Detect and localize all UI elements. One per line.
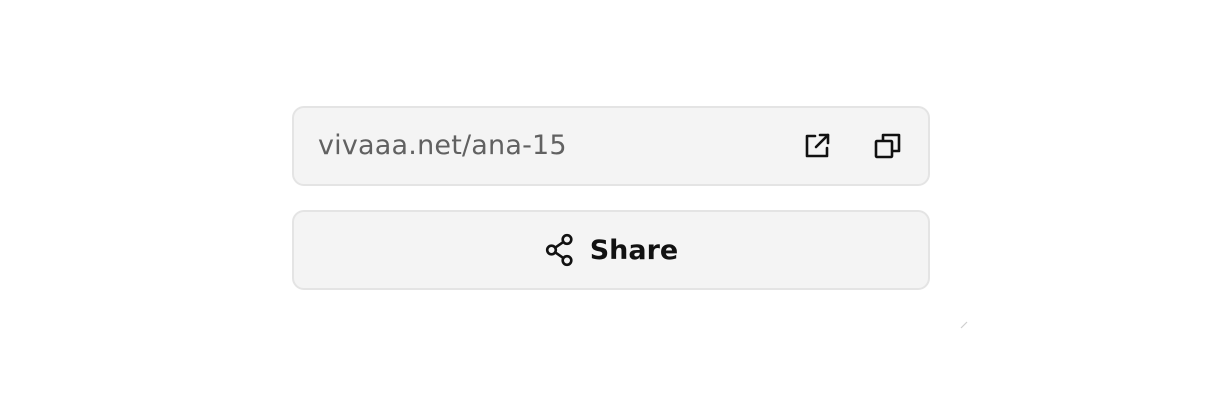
link-field: vivaaa.net/ana-15	[292, 106, 930, 186]
resize-grip-icon	[960, 314, 968, 329]
share-button[interactable]: Share	[292, 210, 930, 290]
external-link-icon	[802, 131, 832, 161]
link-url-text: vivaaa.net/ana-15	[318, 130, 567, 161]
copy-link-button[interactable]	[871, 129, 905, 163]
open-link-button[interactable]	[800, 129, 834, 163]
share-icon	[544, 233, 576, 267]
copy-icon	[873, 131, 903, 161]
share-label: Share	[589, 234, 679, 266]
